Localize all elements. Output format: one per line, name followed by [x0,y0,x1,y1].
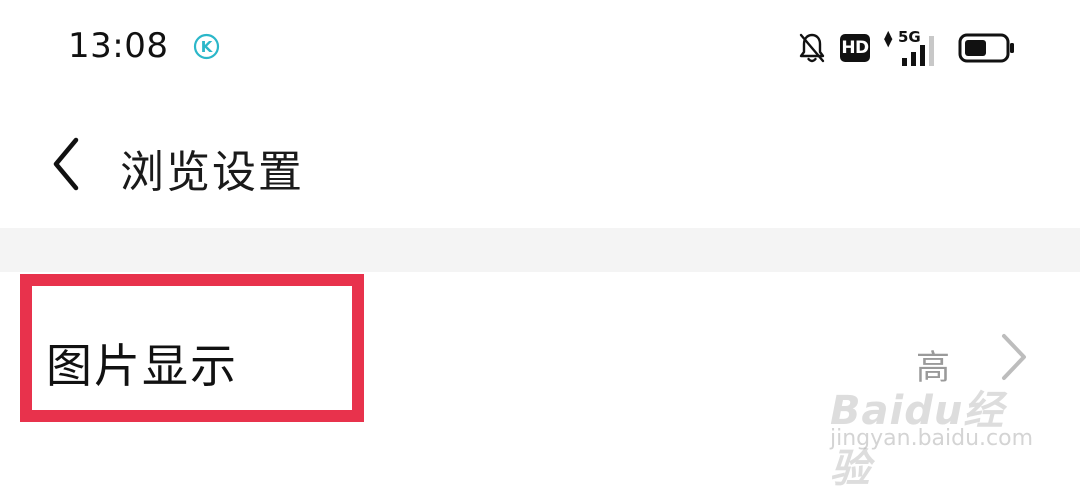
setting-row-image-display[interactable]: 图片显示 高 [0,272,1080,472]
setting-row-label: 图片显示 [46,339,238,393]
battery-fill [965,40,986,56]
top-app-bar: 浏览设置 [0,96,1080,228]
status-bar: 13:08 K HD ▲ ▼ 5G [0,0,1080,96]
back-button[interactable] [40,126,96,202]
battery-icon [958,33,1014,63]
setting-row-value: 高 [916,348,950,388]
status-icons: HD ▲ ▼ 5G [798,28,1016,68]
status-time: 13:08 [68,26,169,66]
k-app-badge-icon: K [193,33,220,60]
hd-label: HD [841,38,869,58]
section-divider [0,228,1080,272]
chevron-left-icon [53,137,79,191]
signal-strength-icon: ▲ ▼ 5G [884,28,944,68]
hd-voice-icon: HD [840,34,870,62]
k-app-badge-letter: K [201,38,214,56]
bell-muted-icon [799,33,825,63]
chevron-right-icon [1002,334,1026,380]
signal-bars-icon [902,36,934,66]
page-title: 浏览设置 [120,147,304,198]
